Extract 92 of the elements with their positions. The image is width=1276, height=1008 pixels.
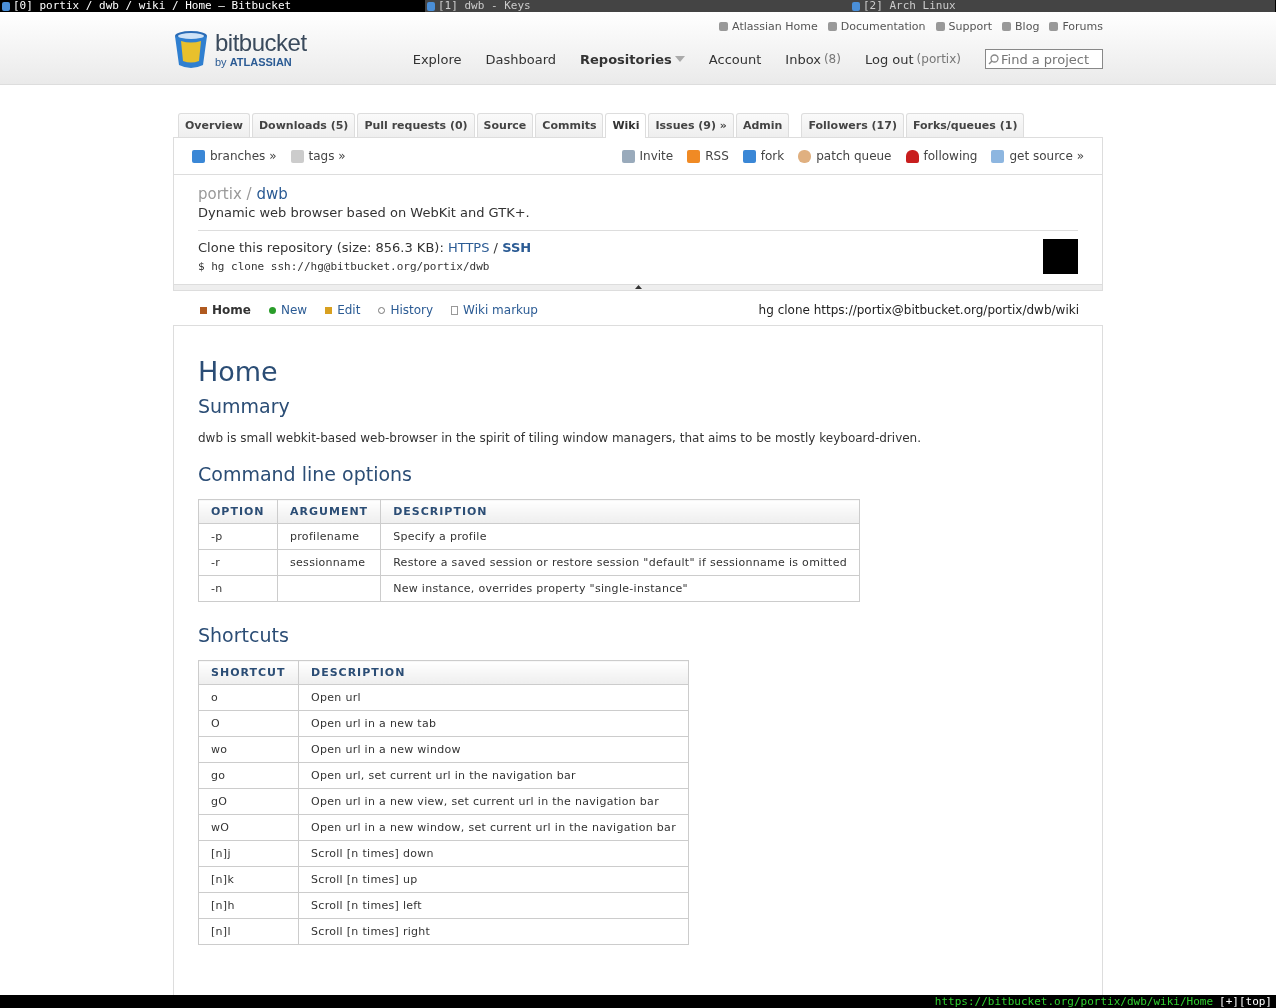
- repo-tab[interactable]: Downloads (5): [252, 113, 356, 137]
- table-cell: [n]l: [211, 925, 231, 938]
- nav-link[interactable]: Explore: [412, 51, 462, 67]
- table-cell: Open url in a new view, set current url in the navigation bar: [311, 795, 659, 808]
- table-cell: -p: [211, 530, 223, 543]
- table-cell: [n]h: [211, 899, 235, 912]
- repo-name-link[interactable]: dwb: [256, 185, 288, 203]
- repo-tab[interactable]: Pull requests (0): [357, 113, 475, 137]
- toolbar-link[interactable]: Invite: [621, 149, 674, 163]
- table-cell: Open url in a new tab: [311, 717, 437, 730]
- column-header: ARGUMENT: [277, 499, 381, 524]
- nav-link[interactable]: Repositories: [580, 51, 685, 67]
- summary-text: dwb is small webkit-based web-browser in the spirit of tiling window managers, that aims to be mostly keyboard-driven.: [198, 431, 923, 445]
- nav-link[interactable]: Inbox (8): [785, 51, 841, 67]
- logo-name: bitbucket: [215, 30, 307, 55]
- https-link[interactable]: HTTPS: [447, 240, 490, 255]
- collapse-icon[interactable]: [634, 285, 642, 289]
- top-link[interactable]: Forums: [1049, 20, 1103, 33]
- section-heading: Summary: [198, 395, 291, 417]
- table-cell: New instance, overrides property "single-instance": [393, 582, 688, 595]
- wiki-nav-link[interactable]: History: [378, 303, 434, 317]
- page-title: Home: [198, 356, 279, 387]
- repo-tab[interactable]: Issues (9) »: [648, 113, 734, 137]
- table-cell: gO: [211, 795, 228, 808]
- nav-link[interactable]: Log out (portix): [864, 51, 961, 67]
- toolbar-link[interactable]: branches »: [192, 149, 277, 163]
- nav-link[interactable]: Dashboard: [485, 51, 557, 67]
- table-cell: O: [211, 717, 220, 730]
- section-heading: Command line options: [198, 463, 413, 485]
- column-header: SHORTCUT: [198, 660, 299, 685]
- table-cell: Open url: [311, 691, 361, 704]
- table-cell: Scroll [n times] left: [311, 899, 422, 912]
- bucket-logo-icon: [173, 29, 209, 69]
- table-cell: profilename: [290, 530, 360, 543]
- clone-command: $ hg clone ssh://hg@bitbucket.org/portix/dwb: [198, 260, 491, 273]
- table-cell: o: [211, 691, 219, 704]
- table-cell: Specify a profile: [393, 530, 487, 543]
- table-cell: Open url, set current url in the navigation bar: [311, 769, 576, 782]
- wiki-nav-link[interactable]: New: [268, 303, 308, 317]
- toolbar-link[interactable]: following: [905, 149, 978, 163]
- repo-tab[interactable]: Admin: [735, 113, 790, 137]
- table-cell: wo: [211, 743, 228, 756]
- top-link[interactable]: Documentation: [827, 20, 926, 33]
- status-flags: [+][top]: [1219, 995, 1272, 1008]
- table-cell: Open url in a new window, set current url in the navigation bar: [311, 821, 676, 834]
- toolbar-link[interactable]: get source »: [991, 149, 1084, 163]
- table-cell: Open url in a new window: [311, 743, 461, 756]
- column-header: DESCRIPTION: [380, 499, 860, 524]
- top-link[interactable]: Atlassian Home: [719, 20, 818, 33]
- repo-description: Dynamic web browser based on WebKit and GTK+.: [198, 205, 1078, 231]
- wiki-nav-link[interactable]: Home: [200, 303, 251, 317]
- table-cell: -r: [211, 556, 221, 569]
- toolbar-link[interactable]: RSS: [687, 149, 729, 163]
- column-header: DESCRIPTION: [298, 660, 689, 685]
- clone-label: Clone this repository (size: 856.3 KB):: [198, 240, 444, 255]
- top-link[interactable]: Support: [935, 20, 993, 33]
- toolbar-link[interactable]: fork: [742, 149, 785, 163]
- table-cell: -n: [211, 582, 223, 595]
- section-heading: Shortcuts: [198, 624, 290, 646]
- repo-tab[interactable]: Overview: [178, 113, 250, 137]
- repo-avatar: [1043, 239, 1078, 274]
- repo-tab[interactable]: Followers (17): [801, 113, 904, 137]
- separator: /: [493, 240, 498, 255]
- nav-link[interactable]: Account: [708, 51, 762, 67]
- search-field[interactable]: Find a project: [985, 49, 1103, 69]
- table-cell: Restore a saved session or restore session "default" if sessionname is omitted: [393, 556, 848, 569]
- status-url: https://bitbucket.org/portix/dwb/wiki/Home: [934, 995, 1213, 1008]
- table-cell: sessionname: [290, 556, 366, 569]
- repo-tab[interactable]: Commits: [535, 113, 604, 137]
- wiki-nav-link[interactable]: Wiki markup: [451, 303, 538, 317]
- toolbar-link[interactable]: tags »: [290, 149, 346, 163]
- table-cell: [n]j: [211, 847, 231, 860]
- top-link[interactable]: Blog: [1002, 20, 1040, 33]
- repo-tab[interactable]: Forks/queues (1): [905, 113, 1025, 137]
- logo-byline: by ATLASSIAN: [215, 56, 293, 68]
- separator: /: [246, 185, 252, 203]
- table-cell: Scroll [n times] up: [311, 873, 418, 886]
- table-cell: [n]k: [211, 873, 235, 886]
- search-icon: [988, 53, 999, 65]
- workspace-tab[interactable]: [2] Arch Linux: [850, 0, 1275, 12]
- wiki-clone-command: hg clone https://portix@bitbucket.org/portix/dwb/wiki: [758, 303, 1079, 317]
- table-cell: wO: [211, 821, 230, 834]
- wiki-nav-link[interactable]: Edit: [325, 303, 361, 317]
- table-cell: Scroll [n times] right: [311, 925, 431, 938]
- table-cell: go: [211, 769, 226, 782]
- repo-tab[interactable]: Wiki: [605, 113, 647, 138]
- toolbar-link[interactable]: patch queue: [798, 149, 892, 163]
- table-cell: Scroll [n times] down: [311, 847, 434, 860]
- workspace-tab[interactable]: [1] dwb - Keys: [425, 0, 850, 12]
- repo-tab[interactable]: Source: [476, 113, 534, 137]
- ssh-link[interactable]: SSH: [502, 240, 532, 255]
- column-header: OPTION: [198, 499, 278, 524]
